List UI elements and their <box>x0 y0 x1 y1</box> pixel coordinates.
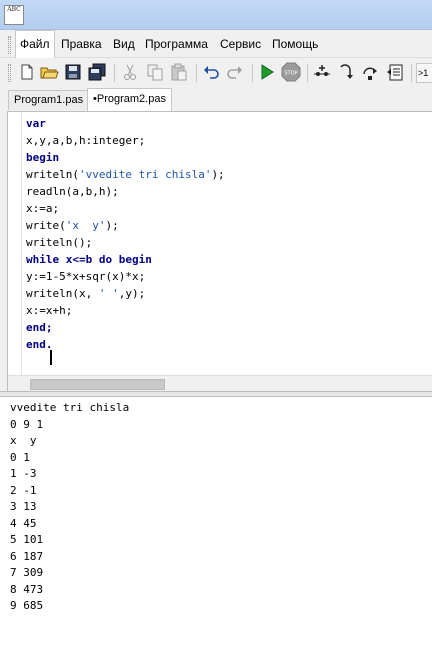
copy-icon[interactable] <box>145 62 165 82</box>
editor-gutter <box>8 112 22 375</box>
code-line: y:=1-5*x+sqr(x)*x; <box>26 270 146 283</box>
app-icon: ABC <box>4 5 24 25</box>
horizontal-scrollbar[interactable] <box>8 375 432 392</box>
code-line: x:=a; <box>26 202 60 215</box>
cut-icon[interactable] <box>120 62 140 82</box>
toolbar-separator <box>114 64 115 82</box>
output-line: 6 187 <box>10 549 44 563</box>
step-into-icon[interactable] <box>336 62 356 82</box>
code-text[interactable]: var x,y,a,b,h:integer; begin writeln('vv… <box>26 115 225 353</box>
output-line: 9 685 <box>10 599 44 612</box>
toolbar-separator <box>252 64 253 82</box>
menu-bar: Файл Правка Вид Программа Сервис Помощь <box>0 30 432 58</box>
output-line: 0 9 1 <box>10 417 44 431</box>
output-line: 5 101 <box>10 533 44 546</box>
code-line: x:=x+h; <box>26 304 73 317</box>
stop-icon[interactable]: STOP <box>281 62 301 82</box>
save-icon[interactable] <box>63 62 83 82</box>
code-line: write('x y'); <box>26 219 119 232</box>
menu-grip <box>8 36 11 54</box>
code-line: begin <box>26 151 60 164</box>
scrollbar-thumb[interactable] <box>30 379 165 390</box>
toolbar-grip <box>8 64 11 82</box>
redo-icon[interactable] <box>225 62 245 82</box>
watch-icon[interactable] <box>385 62 405 82</box>
debug-icon[interactable] <box>312 62 332 82</box>
code-line: writeln(x, ' ',y); <box>26 287 146 300</box>
code-line: end. <box>26 338 53 351</box>
output-line: 0 1 <box>10 450 30 464</box>
menu-view[interactable]: Вид <box>109 30 139 58</box>
tab-program2[interactable]: •Program2.pas <box>87 88 172 111</box>
output-line: 8 473 <box>10 582 44 596</box>
output-line: x y <box>10 434 37 447</box>
menu-program[interactable]: Программа <box>141 30 212 58</box>
open-folder-icon[interactable] <box>39 62 59 82</box>
code-editor[interactable]: var x,y,a,b,h:integer; begin writeln('vv… <box>7 111 432 392</box>
text-caret <box>50 350 52 365</box>
toolbar-separator <box>196 64 197 82</box>
toolbar-overflow-button[interactable]: >1 <box>416 63 432 83</box>
output-line: 3 13 <box>10 500 37 513</box>
menu-help[interactable]: Помощь <box>268 30 322 58</box>
output-window[interactable]: vvedite tri chisla 0 9 1 x y 0 1 1 -3 2 … <box>0 397 432 653</box>
output-line: vvedite tri chisla <box>10 401 130 414</box>
svg-text:STOP: STOP <box>284 71 297 77</box>
editor-tabs: Program1.pas •Program2.pas <box>0 88 432 111</box>
code-line: readln(a,b,h); <box>26 185 119 198</box>
code-line: var <box>26 117 46 130</box>
code-line: while x<=b do begin <box>26 253 152 266</box>
toolbar: STOP >1 <box>0 58 432 88</box>
undo-icon[interactable] <box>201 62 221 82</box>
run-icon[interactable] <box>257 62 277 82</box>
step-over-icon[interactable] <box>360 62 380 82</box>
code-line: end; <box>26 321 53 334</box>
new-file-icon[interactable] <box>17 62 37 82</box>
output-line: 1 -3 <box>10 467 37 480</box>
output-line: 7 309 <box>10 566 44 579</box>
output-line: 4 45 <box>10 516 37 530</box>
code-line: writeln(); <box>26 236 93 249</box>
menu-file[interactable]: Файл <box>15 30 55 58</box>
code-line: writeln('vvedite tri chisla'); <box>26 168 225 181</box>
title-bar: ABC <box>0 0 432 30</box>
save-all-icon[interactable] <box>87 62 107 82</box>
menu-service[interactable]: Сервис <box>216 30 265 58</box>
toolbar-separator <box>411 64 412 82</box>
tab-program1[interactable]: Program1.pas <box>8 90 90 110</box>
menu-edit[interactable]: Правка <box>57 30 106 58</box>
code-line: x,y,a,b,h:integer; <box>26 134 146 147</box>
toolbar-separator <box>307 64 308 82</box>
paste-icon[interactable] <box>169 62 189 82</box>
output-line: 2 -1 <box>10 483 37 497</box>
